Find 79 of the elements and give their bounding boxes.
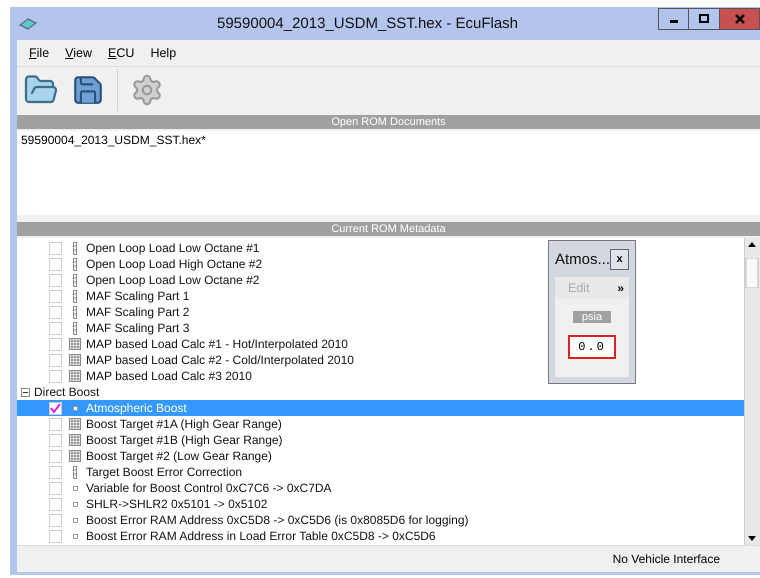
checkbox[interactable] — [49, 498, 62, 510]
close-button[interactable] — [720, 8, 760, 30]
checkbox[interactable] — [49, 514, 62, 526]
tree-item[interactable]: Boost Error RAM Address in Load Error Table 0xC5D8 -> 0xC5D6 — [17, 528, 436, 544]
tree-group-label[interactable]: Direct Boost — [30, 385, 100, 399]
cell-icon — [72, 518, 78, 522]
tree-item[interactable]: MAF Scaling Part 3 — [17, 320, 190, 336]
menu-item[interactable]: File — [21, 46, 58, 60]
checkbox[interactable] — [49, 402, 62, 414]
menu-item[interactable]: Help — [142, 46, 184, 60]
checkbox[interactable] — [49, 290, 62, 302]
checkbox[interactable] — [49, 482, 62, 494]
table-icon — [69, 338, 81, 350]
checkbox[interactable] — [49, 354, 62, 366]
checkbox[interactable] — [49, 418, 62, 430]
table-icon — [69, 354, 81, 366]
checkbox[interactable] — [49, 242, 62, 254]
scrollbar[interactable] — [744, 238, 760, 545]
checkbox[interactable] — [49, 322, 62, 334]
table-window-title: Atmos... — [555, 250, 610, 268]
panel-header: Open ROM Documents — [17, 115, 760, 129]
table-icon — [69, 370, 81, 382]
chip-icon — [19, 18, 37, 30]
maximize-button[interactable] — [689, 8, 720, 30]
tree-item[interactable]: Open Loop Load High Octane #2 — [17, 256, 262, 272]
checkbox[interactable] — [49, 338, 62, 350]
menu-item[interactable]: View — [57, 46, 100, 60]
column-icon — [73, 290, 77, 302]
maximize-icon — [699, 14, 709, 24]
checkbox[interactable] — [49, 434, 62, 446]
column-icon — [73, 242, 77, 254]
tree-item[interactable]: MAF Scaling Part 2 — [17, 304, 190, 320]
tree-item[interactable]: Open Loop Load Low Octane #1 — [17, 240, 260, 256]
menu-item[interactable]: ECU — [100, 46, 142, 60]
tree-item[interactable]: Boost Error RAM Address 0xC5D8 -> 0xC5D6 (is 0x8085D6 for logging) — [17, 512, 468, 528]
checkbox[interactable] — [49, 370, 62, 382]
tree-item[interactable]: Boost Target #2 (Low Gear Range) — [17, 448, 272, 464]
tree-item[interactable]: Open Loop Load Low Octane #2 — [17, 272, 260, 288]
checkbox[interactable] — [49, 530, 62, 542]
column-icon — [73, 322, 77, 334]
minimize-icon — [670, 20, 678, 23]
close-button[interactable]: x — [610, 248, 629, 270]
more-menu[interactable]: » — [617, 281, 624, 295]
checkbox[interactable] — [49, 450, 62, 462]
cell-icon — [72, 406, 78, 410]
tree-item[interactable]: Target Boost Error Correction — [17, 464, 242, 480]
tree-item[interactable]: MAF Scaling Part 1 — [17, 288, 190, 304]
column-icon — [73, 274, 77, 286]
tree-item[interactable]: Variable for Boost Control 0xC7C6 -> 0xC7DA — [17, 480, 332, 496]
cell-icon — [72, 486, 78, 490]
window-title: 59590004_2013_USDM_SST.hex - EcuFlash — [216, 15, 520, 32]
tree-item[interactable]: MAP based Load Calc #2 - Cold/Interpolated 2010 — [17, 352, 354, 368]
checkbox[interactable] — [49, 274, 62, 286]
tree-item[interactable]: Boost Target #1B (High Gear Range) — [17, 432, 283, 448]
unit-label: psia — [572, 311, 612, 323]
floppy-icon[interactable] — [71, 73, 105, 107]
column-icon — [73, 258, 77, 270]
tree-item[interactable]: MAP based Load Calc #3 2010 — [17, 368, 252, 384]
cell-icon — [72, 534, 78, 538]
scroll-thumb[interactable] — [745, 258, 759, 288]
column-icon — [73, 306, 77, 318]
collapse-icon[interactable] — [21, 388, 30, 396]
table-icon — [69, 418, 81, 430]
document-item[interactable]: 59590004_2013_USDM_SST.hex* — [21, 133, 206, 147]
panel-header: Current ROM Metadata — [17, 222, 760, 236]
table-icon — [69, 434, 81, 446]
column-icon — [73, 466, 77, 478]
table-icon — [69, 450, 81, 462]
tree-item[interactable]: MAP based Load Calc #1 - Hot/Interpolated 2010 — [17, 336, 348, 352]
tree-item[interactable]: Boost Target #1A (High Gear Range) — [17, 416, 282, 432]
status-text: No Vehicle Interface — [612, 552, 720, 566]
close-icon — [734, 14, 744, 24]
checkbox[interactable] — [49, 466, 62, 478]
checkbox[interactable] — [49, 306, 62, 318]
value-cell[interactable]: 0.0 — [568, 335, 616, 359]
tree-item[interactable]: SHLR->SHLR2 0x5101 -> 0x5102 — [17, 496, 268, 512]
cell-icon — [72, 502, 78, 506]
checkbox[interactable] — [49, 258, 62, 270]
minimize-button[interactable] — [658, 8, 689, 30]
